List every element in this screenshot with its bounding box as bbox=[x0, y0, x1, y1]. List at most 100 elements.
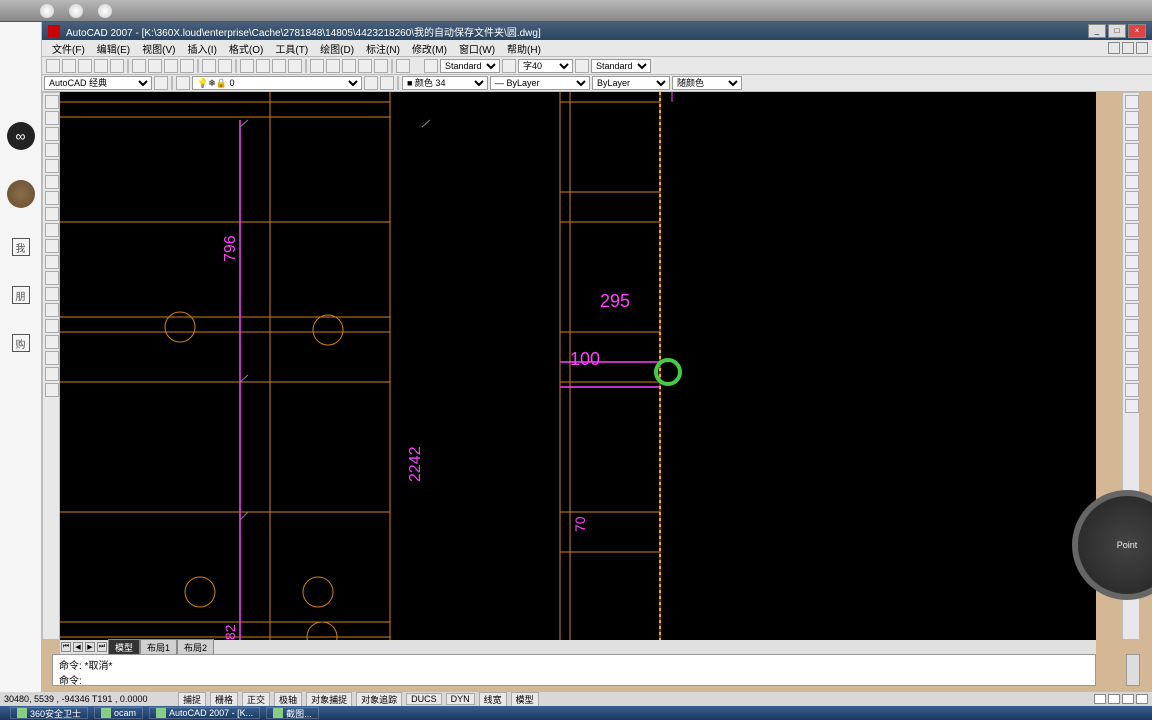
taskbar-app[interactable]: ocam bbox=[94, 707, 143, 719]
menu-format[interactable]: 格式(O) bbox=[223, 41, 269, 56]
command-scroll-v[interactable] bbox=[1126, 654, 1140, 686]
tray-icon[interactable] bbox=[1122, 694, 1134, 704]
erase-tool[interactable] bbox=[1125, 95, 1139, 109]
tab-next-icon[interactable]: ▶ bbox=[85, 642, 95, 652]
menu-file[interactable]: 文件(F) bbox=[46, 41, 91, 56]
tab-last-icon[interactable]: ⏭ bbox=[97, 642, 107, 652]
menu-draw[interactable]: 绘图(D) bbox=[314, 41, 360, 56]
doc-icon[interactable]: 我 bbox=[12, 238, 30, 256]
zoom-win-button[interactable] bbox=[288, 59, 302, 73]
mdi-restore-icon[interactable] bbox=[1122, 42, 1134, 54]
explode-tool[interactable] bbox=[1125, 335, 1139, 349]
match-button[interactable] bbox=[180, 59, 194, 73]
dyn-toggle[interactable]: DYN bbox=[446, 693, 475, 705]
ws-gear-icon[interactable] bbox=[154, 76, 168, 90]
dimstyle-icon[interactable] bbox=[502, 59, 516, 73]
taskbar-app[interactable]: 360安全卫士 bbox=[10, 707, 88, 719]
copy-button[interactable] bbox=[148, 59, 162, 73]
taskbar-app[interactable]: 截图... bbox=[266, 707, 319, 719]
list-tool[interactable] bbox=[1125, 383, 1139, 397]
preview-button[interactable] bbox=[110, 59, 124, 73]
pline-tool[interactable] bbox=[45, 127, 59, 141]
bag-icon[interactable]: 购 bbox=[12, 334, 30, 352]
avatar[interactable] bbox=[7, 180, 35, 208]
dist-tool[interactable] bbox=[1125, 351, 1139, 365]
minimize-button[interactable]: _ bbox=[1088, 24, 1106, 38]
mdi-close-icon[interactable] bbox=[1136, 42, 1148, 54]
ssm-button[interactable] bbox=[358, 59, 372, 73]
command-window[interactable]: 命令: *取消* 命令: bbox=[52, 654, 1096, 686]
stretch-tool[interactable] bbox=[1125, 223, 1139, 237]
lineweight-select[interactable]: — ByLayer bbox=[490, 76, 590, 90]
menu-dim[interactable]: 标注(N) bbox=[360, 41, 406, 56]
maximize-button[interactable]: □ bbox=[1108, 24, 1126, 38]
arc-tool[interactable] bbox=[45, 175, 59, 189]
hatch-tool[interactable] bbox=[45, 319, 59, 333]
tray-icon[interactable] bbox=[1108, 694, 1120, 704]
gradient-tool[interactable] bbox=[45, 335, 59, 349]
tab-prev-icon[interactable]: ◀ bbox=[73, 642, 83, 652]
rect-tool[interactable] bbox=[45, 159, 59, 173]
fillet-tool[interactable] bbox=[1125, 319, 1139, 333]
polar-toggle[interactable]: 极轴 bbox=[274, 692, 302, 707]
id-tool[interactable] bbox=[1125, 399, 1139, 413]
tp-button[interactable] bbox=[342, 59, 356, 73]
menu-insert[interactable]: 插入(I) bbox=[181, 41, 222, 56]
model-toggle[interactable]: 模型 bbox=[511, 692, 539, 707]
table-tool[interactable] bbox=[45, 367, 59, 381]
polygon-tool[interactable] bbox=[45, 143, 59, 157]
otrack-toggle[interactable]: 对象追踪 bbox=[356, 692, 402, 707]
textstyle-icon[interactable] bbox=[424, 59, 438, 73]
array-tool[interactable] bbox=[1125, 159, 1139, 173]
model-tab[interactable]: 模型 bbox=[108, 639, 140, 656]
table-style-select[interactable]: Standard bbox=[591, 59, 651, 73]
undo-button[interactable] bbox=[202, 59, 216, 73]
help-icon[interactable] bbox=[396, 59, 410, 73]
taskbar-app[interactable]: AutoCAD 2007 - [K... bbox=[149, 707, 260, 719]
trim-tool[interactable] bbox=[1125, 239, 1139, 253]
scale-tool[interactable] bbox=[1125, 207, 1139, 221]
menu-modify[interactable]: 修改(M) bbox=[406, 41, 453, 56]
ortho-toggle[interactable]: 正交 bbox=[242, 692, 270, 707]
linetype-select[interactable]: ByLayer bbox=[592, 76, 670, 90]
tablestyle-icon[interactable] bbox=[575, 59, 589, 73]
region-tool[interactable] bbox=[45, 351, 59, 365]
insert-tool[interactable] bbox=[45, 271, 59, 285]
pan-button[interactable] bbox=[240, 59, 254, 73]
cloud-icon[interactable]: ∞ bbox=[7, 122, 35, 150]
rotate-tool[interactable] bbox=[1125, 191, 1139, 205]
new-button[interactable] bbox=[46, 59, 60, 73]
chamfer-tool[interactable] bbox=[1125, 303, 1139, 317]
menu-tools[interactable]: 工具(T) bbox=[269, 41, 314, 56]
grid-toggle[interactable]: 栅格 bbox=[210, 692, 238, 707]
layout2-tab[interactable]: 布局2 bbox=[177, 639, 214, 656]
layout1-tab[interactable]: 布局1 bbox=[140, 639, 177, 656]
tray-icon[interactable] bbox=[1094, 694, 1106, 704]
plot-button[interactable] bbox=[94, 59, 108, 73]
break-tool[interactable] bbox=[1125, 271, 1139, 285]
ellipse-tool[interactable] bbox=[45, 239, 59, 253]
save-button[interactable] bbox=[78, 59, 92, 73]
menu-help[interactable]: 帮助(H) bbox=[501, 41, 547, 56]
osnap-toggle[interactable]: 对象捕捉 bbox=[306, 692, 352, 707]
join-tool[interactable] bbox=[1125, 287, 1139, 301]
block-tool[interactable] bbox=[45, 287, 59, 301]
move-tool[interactable] bbox=[1125, 175, 1139, 189]
area-tool[interactable] bbox=[1125, 367, 1139, 381]
xline-tool[interactable] bbox=[45, 111, 59, 125]
menu-view[interactable]: 视图(V) bbox=[136, 41, 181, 56]
zoom-prev-button[interactable] bbox=[272, 59, 286, 73]
spline-tool[interactable] bbox=[45, 223, 59, 237]
command-prompt[interactable]: 命令: bbox=[59, 672, 1089, 687]
offset-tool[interactable] bbox=[1125, 143, 1139, 157]
zoom-button[interactable] bbox=[256, 59, 270, 73]
mdi-min-icon[interactable] bbox=[1108, 42, 1120, 54]
extend-tool[interactable] bbox=[1125, 255, 1139, 269]
plotstyle-select[interactable]: 随颜色 bbox=[672, 76, 742, 90]
props-button[interactable] bbox=[310, 59, 324, 73]
mku-button[interactable] bbox=[374, 59, 388, 73]
layer-state-icon[interactable] bbox=[380, 76, 394, 90]
cut-button[interactable] bbox=[132, 59, 146, 73]
layer-mgr-icon[interactable] bbox=[176, 76, 190, 90]
menu-edit[interactable]: 编辑(E) bbox=[91, 41, 136, 56]
